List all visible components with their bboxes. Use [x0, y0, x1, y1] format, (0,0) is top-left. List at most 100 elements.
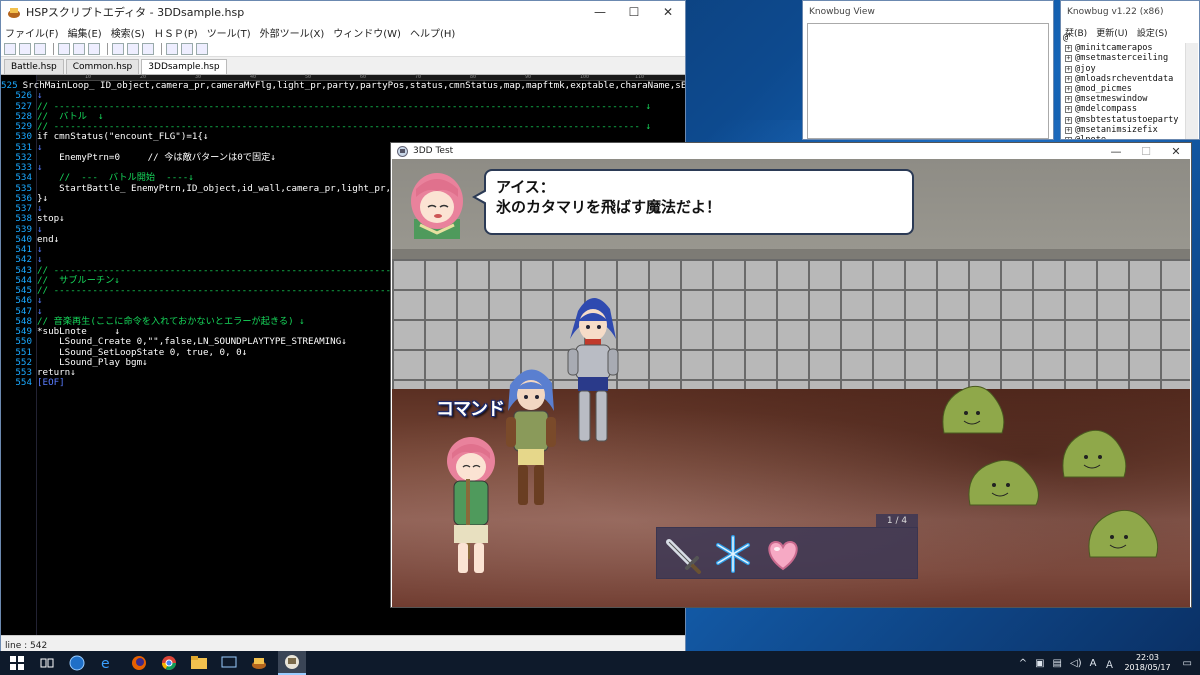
close-button[interactable]: ✕ [651, 1, 685, 23]
volume-icon[interactable]: ◁) [1070, 658, 1082, 669]
code-text: ↓ [37, 254, 43, 266]
network-globe-icon[interactable] [68, 654, 86, 672]
tree-item[interactable]: + @minitcamerapos [1063, 43, 1183, 53]
slime-enemy[interactable] [1084, 505, 1162, 566]
editor-titlebar[interactable]: HSPスクリプトエディタ - 3DDsample.hsp — ☐ ✕ [1, 1, 685, 23]
expand-icon[interactable]: + [1065, 86, 1072, 94]
slime-enemy[interactable] [964, 455, 1044, 514]
game-maximize-button[interactable]: ☐ [1131, 143, 1161, 159]
tree-item-label: @msbtestatustoeparty [1075, 114, 1179, 125]
code-line[interactable]: 526 ↓ [1, 90, 685, 101]
code-text: StartBattle_ EnemyPtrn,ID_object,id_wall… [37, 182, 430, 194]
undo-icon[interactable] [112, 42, 124, 55]
tree-item[interactable]: + @msetmeswindow [1063, 94, 1183, 104]
code-line[interactable]: 530 if cmnStatus("encount_FLG")=1{↓ [1, 131, 685, 142]
slime-enemy[interactable] [1058, 425, 1130, 486]
task-view-icon[interactable] [38, 654, 56, 672]
cut-icon[interactable] [58, 42, 70, 55]
minimize-button[interactable]: — [583, 1, 617, 23]
expand-icon[interactable]: + [1065, 65, 1072, 73]
expand-icon[interactable]: + [1065, 75, 1072, 83]
notification-icon[interactable]: ▭ [1183, 658, 1192, 669]
knowbug-titlebar[interactable]: Knowbug v1.22 (x86) [1061, 1, 1199, 23]
tree-item[interactable]: +@lnote [1063, 135, 1183, 139]
expand-icon[interactable]: + [1065, 45, 1072, 53]
windows-start-icon[interactable] [8, 654, 26, 672]
debug-icon[interactable] [181, 42, 193, 55]
menu-item[interactable]: 検索(S) [111, 25, 145, 40]
ime-icon[interactable]: Ａ [1104, 656, 1114, 671]
knowbug-scrollbar[interactable] [1185, 43, 1198, 139]
firefox-icon[interactable] [130, 654, 148, 672]
knowbug-title: Knowbug v1.22 (x86) [1067, 7, 1164, 17]
expand-icon[interactable]: + [1065, 106, 1072, 114]
expand-icon[interactable]: + [1065, 96, 1072, 104]
menu-item[interactable]: ＨＳＰ(P) [154, 25, 198, 40]
knowbug-view-titlebar[interactable]: Knowbug View [803, 1, 1053, 23]
new-file-icon[interactable] [4, 42, 16, 55]
expand-icon[interactable]: + [1065, 126, 1072, 134]
slime-enemy[interactable] [938, 381, 1008, 442]
maximize-button[interactable]: ☐ [617, 1, 651, 23]
expand-icon[interactable]: + [1065, 116, 1072, 124]
edge-browser-icon[interactable]: e [98, 654, 116, 672]
file-explorer-icon[interactable] [190, 654, 208, 672]
clock[interactable]: 22:03 2018/05/17 [1124, 653, 1170, 673]
copy-icon[interactable] [73, 42, 85, 55]
code-text: ↓ [37, 295, 43, 307]
redo-icon[interactable] [127, 42, 139, 55]
tree-item[interactable]: + @msetmasterceiling [1063, 53, 1183, 63]
paste-icon[interactable] [88, 42, 100, 55]
snowflake-icon[interactable] [713, 534, 753, 574]
game-window[interactable]: 3DD Test — ☐ ✕ アイス： 氷のカタマリを飛ばす魔法だよ！ コマンド… [390, 142, 1192, 608]
network-icon[interactable]: ▤ [1053, 658, 1062, 669]
tree-item[interactable]: + @msetanimsizefix [1063, 125, 1183, 135]
code-line[interactable]: 525 SrchMainLoop_ ID_object,camera_pr,cam… [1, 80, 685, 91]
hsp-debug-taskbar-icon[interactable] [278, 651, 306, 675]
knowbug-window[interactable]: Knowbug v1.22 (x86) 栞(B) 更新(U) 設定(S) @ + @mi… [1060, 0, 1200, 140]
settings-icon[interactable] [196, 42, 208, 55]
sword-icon[interactable] [663, 534, 703, 574]
hsp-taskbar-icon[interactable] [250, 654, 268, 672]
game-titlebar[interactable]: 3DD Test — ☐ ✕ [391, 143, 1191, 159]
menu-item[interactable]: ウィンドウ(W) [333, 25, 401, 40]
file-tab[interactable]: Common.hsp [65, 59, 140, 74]
knowbug-view-panel[interactable] [807, 23, 1049, 139]
messaging-app-icon[interactable] [220, 654, 238, 672]
tree-item[interactable]: + @mdelcompass [1063, 104, 1183, 114]
knowbug-view-window[interactable]: Knowbug View [802, 0, 1054, 140]
tree-item[interactable]: + @mloadsrcheventdata [1063, 74, 1183, 84]
heart-icon[interactable] [763, 534, 803, 574]
tray-app-icon[interactable]: ▣ [1035, 658, 1044, 669]
menu-item[interactable]: ヘルプ(H) [410, 25, 455, 40]
game-viewport[interactable]: アイス： 氷のカタマリを飛ばす魔法だよ！ コマンド 1 / 4 [392, 159, 1190, 607]
knowbug-tree[interactable]: @ + @minitcamerapos + @msetmasterceiling + @jo… [1063, 33, 1183, 139]
ime-mode-indicator[interactable]: A [1090, 658, 1097, 669]
code-text: // --- バトル開始 ----↓ [37, 172, 194, 184]
menu-item[interactable]: ツール(T) [207, 25, 251, 40]
expand-icon[interactable]: + [1065, 55, 1072, 63]
tree-root[interactable]: @ [1063, 33, 1183, 43]
chrome-icon[interactable] [160, 654, 178, 672]
menu-item[interactable]: ファイル(F) [5, 25, 59, 40]
open-file-icon[interactable] [19, 42, 31, 55]
file-tab[interactable]: 3DDsample.hsp [141, 59, 227, 74]
tray-overflow-icon[interactable]: ^ [1019, 658, 1027, 669]
tree-item[interactable]: + @mod_picmes [1063, 84, 1183, 94]
compile-run-icon[interactable] [166, 42, 178, 55]
game-app-icon [397, 145, 408, 157]
game-minimize-button[interactable]: — [1101, 143, 1131, 159]
toolbar-separator [107, 42, 108, 55]
skill-selector[interactable] [656, 527, 918, 579]
tree-item[interactable]: + @joy [1063, 64, 1183, 74]
tree-item[interactable]: + @msbtestatustoeparty [1063, 115, 1183, 125]
cursor-line-status: line : 542 [5, 641, 48, 651]
menu-item[interactable]: 編集(E) [68, 25, 102, 40]
file-tab[interactable]: Battle.hsp [4, 59, 64, 74]
menu-item[interactable]: 外部ツール(X) [260, 25, 325, 40]
expand-icon[interactable]: + [1065, 137, 1072, 139]
find-icon[interactable] [142, 42, 154, 55]
code-line[interactable]: 527// ----------------------------------… [1, 101, 685, 112]
game-close-button[interactable]: ✕ [1161, 143, 1191, 159]
save-file-icon[interactable] [34, 42, 46, 55]
